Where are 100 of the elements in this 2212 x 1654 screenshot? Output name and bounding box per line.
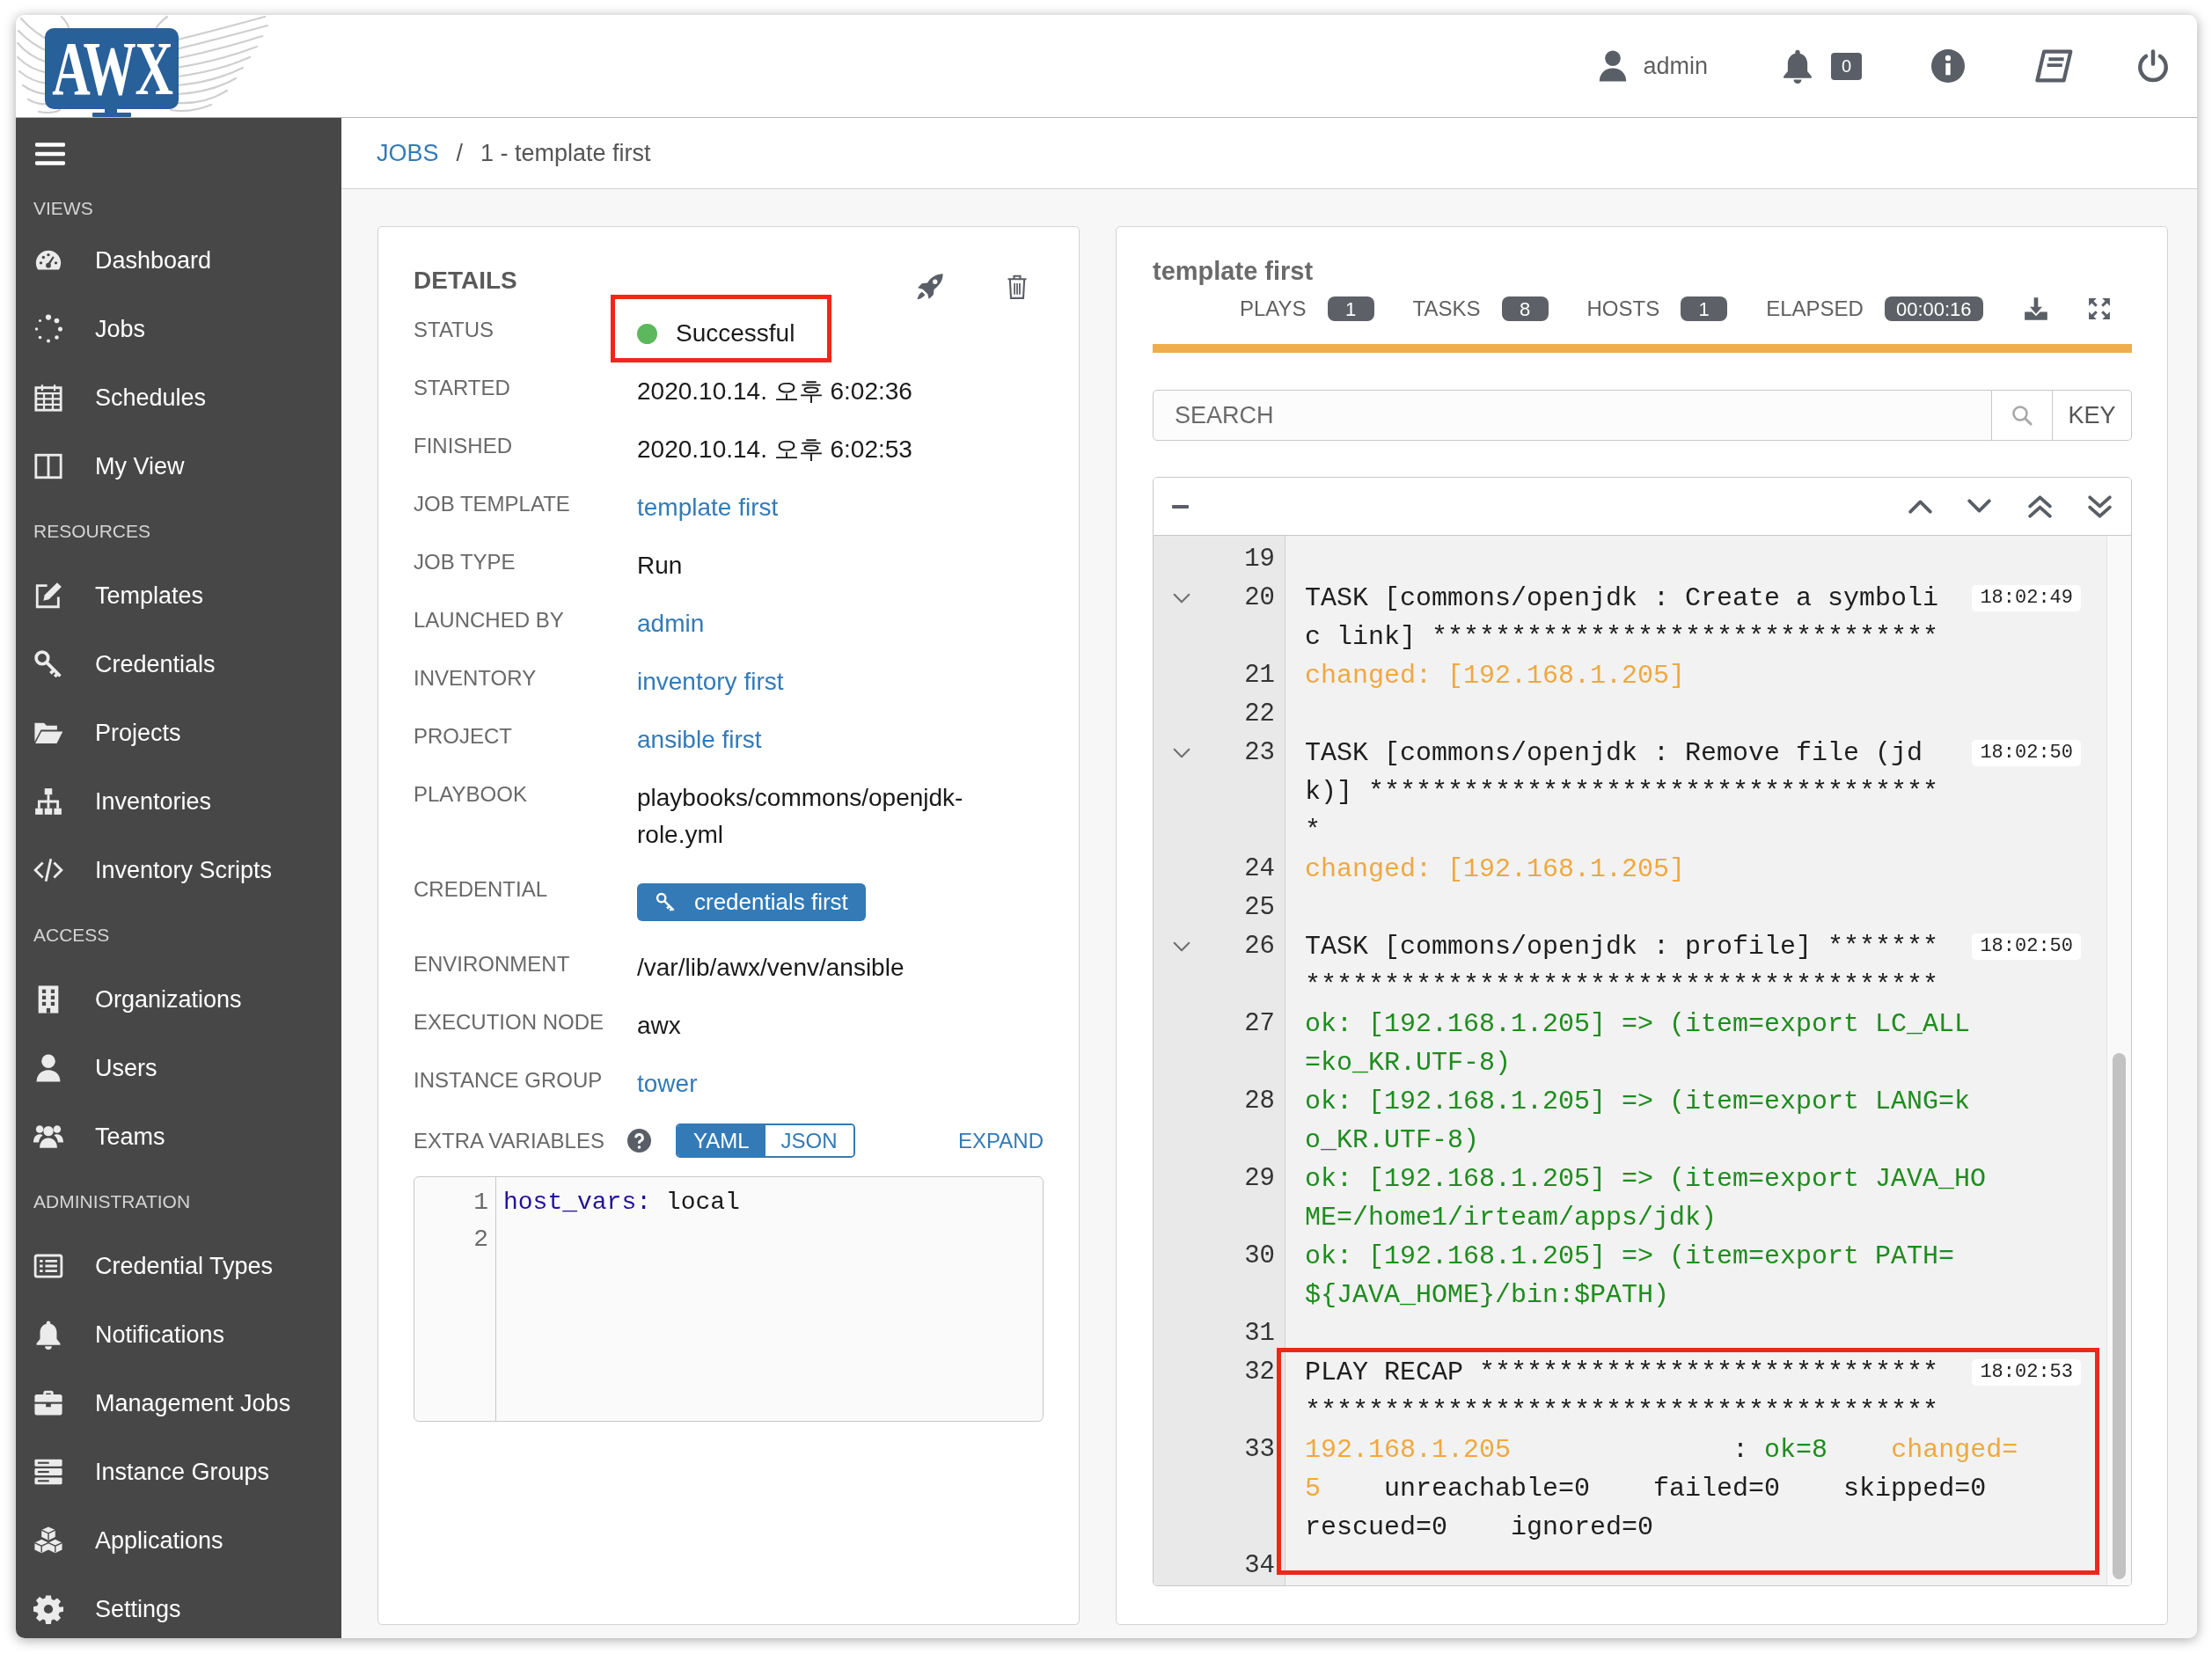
cubes-icon: [33, 1526, 63, 1555]
pencil-square-icon: [33, 581, 63, 611]
bell-icon[interactable]: [1781, 48, 1814, 84]
field-link[interactable]: ansible first: [637, 721, 762, 758]
line-number: 22: [1244, 699, 1275, 730]
chevron-down-icon[interactable]: [1173, 593, 1190, 604]
credential-chip[interactable]: credentials first: [637, 883, 866, 921]
double-chevron-down-icon[interactable]: [2088, 494, 2112, 518]
field-label: JOB TYPE: [414, 550, 516, 574]
stat-label: ELAPSED: [1766, 296, 1864, 322]
timestamp: 18:02:50: [1972, 740, 2081, 766]
sidebar-item[interactable]: Schedules: [16, 370, 341, 426]
sidebar-item[interactable]: Projects: [16, 705, 341, 761]
field-link[interactable]: tower: [637, 1065, 698, 1102]
sidebar-item[interactable]: Inventories: [16, 773, 341, 830]
help-icon[interactable]: [627, 1129, 651, 1153]
sidebar-item[interactable]: Settings: [16, 1581, 341, 1637]
timestamp: 18:02:53: [1972, 1359, 2081, 1386]
section-heading: VIEWS: [33, 196, 93, 220]
sidebar-item[interactable]: Inventory Scripts: [16, 842, 341, 898]
rocket-icon[interactable]: [916, 273, 944, 301]
line-number: 1: [473, 1188, 488, 1218]
line-number: 21: [1244, 660, 1275, 692]
chevron-up-icon[interactable]: [1908, 499, 1932, 514]
chevron-down-icon[interactable]: [1173, 941, 1190, 952]
chevron-down-icon[interactable]: [1967, 499, 1991, 514]
code-editor[interactable]: 1 2 host_vars: local: [414, 1176, 1044, 1422]
trash-icon[interactable]: [1007, 274, 1028, 299]
power-icon[interactable]: [2136, 49, 2170, 83]
section-heading: ACCESS: [33, 923, 110, 947]
expand-arrows-icon[interactable]: [2087, 297, 2111, 320]
breadcrumb-current: 1 - template first: [480, 138, 651, 168]
line-number: 19: [1244, 544, 1275, 575]
section-heading: RESOURCES: [33, 519, 151, 543]
sidebar-item[interactable]: Management Jobs: [16, 1375, 341, 1431]
user-icon: [1599, 49, 1628, 83]
line-number: 30: [1244, 1240, 1275, 1272]
key-button[interactable]: KEY: [2053, 390, 2132, 441]
field-value: 2020.10.14. 오후 6:02:53: [637, 435, 912, 465]
scrollbar-thumb[interactable]: [2113, 1053, 2126, 1579]
output-title: template first: [1153, 256, 1314, 288]
sidebar-item[interactable]: Users: [16, 1040, 341, 1096]
minus-icon[interactable]: [1172, 504, 1189, 509]
field-value: playbooks/commons/openjdk-role.yml: [637, 783, 964, 850]
field-link[interactable]: inventory first: [637, 663, 784, 700]
count-badge: 00:00:16: [1884, 296, 1983, 321]
double-chevron-up-icon[interactable]: [2028, 494, 2052, 518]
status-text: Successful: [676, 318, 795, 348]
field-link[interactable]: admin: [637, 605, 705, 642]
field-label: PLAYBOOK: [414, 782, 527, 806]
sidebar-item[interactable]: Instance Groups: [16, 1444, 341, 1500]
breadcrumb-link[interactable]: JOBS: [377, 135, 439, 172]
line-number: 26: [1244, 931, 1275, 962]
sidebar-item[interactable]: Teams: [16, 1109, 341, 1165]
log-text: TASK [commons/openjdk : Remove file (jd k)] ************************************ *: [1305, 737, 1939, 847]
line-number: 27: [1244, 1008, 1275, 1040]
line-number: 28: [1244, 1086, 1275, 1117]
expand-link[interactable]: EXPAND: [958, 1124, 1044, 1157]
menu-icon[interactable]: [35, 143, 65, 165]
dots-circle-icon: [33, 314, 63, 344]
chevron-down-icon[interactable]: [1173, 748, 1190, 758]
sidebar-item[interactable]: My View: [16, 438, 341, 494]
key-icon: [33, 649, 63, 679]
field-label: EXTRA VARIABLES: [414, 1127, 604, 1154]
sidebar-item[interactable]: Organizations: [16, 971, 341, 1028]
sidebar-item[interactable]: Templates: [16, 567, 341, 624]
section-heading: ADMINISTRATION: [33, 1189, 191, 1213]
field-label: INVENTORY: [414, 666, 537, 690]
count-badge: 1: [1681, 296, 1728, 321]
sidebar-item[interactable]: Dashboard: [16, 232, 341, 289]
sidebar-item[interactable]: Jobs: [16, 301, 341, 357]
line-number: 24: [1244, 853, 1275, 885]
field-label: ENVIRONMENT: [414, 952, 570, 976]
field-label: CREDENTIAL: [414, 877, 548, 901]
logo: AWX: [45, 28, 179, 109]
notification-badge: 0: [1831, 52, 1862, 80]
sidebar-item[interactable]: Credentials: [16, 636, 341, 692]
field-label: EXECUTION NODE: [414, 1010, 604, 1034]
sidebar-item[interactable]: Applications: [16, 1512, 341, 1569]
search-field[interactable]: SEARCH: [1153, 390, 1992, 441]
log-text: ok: [192.168.1.205] => (item=export JAVA_HO ME=/home1/irteam/apps/jdk): [1305, 1163, 1987, 1234]
line-number: 25: [1244, 892, 1275, 924]
server-icon: [33, 1457, 63, 1487]
line-number: 31: [1244, 1318, 1275, 1350]
book-icon[interactable]: [2033, 49, 2073, 83]
info-icon[interactable]: [1931, 49, 1965, 83]
field-label: LAUNCHED BY: [414, 608, 564, 632]
field-link[interactable]: template first: [637, 489, 779, 526]
log-text: changed: [192.168.1.205]: [1305, 853, 1686, 886]
stat-label: HOSTS: [1586, 296, 1660, 322]
field-label: INSTANCE GROUP: [414, 1068, 603, 1092]
download-icon[interactable]: [2023, 296, 2048, 321]
log-text: PLAY RECAP ***************************** ****************************************: [1305, 1357, 1939, 1428]
sidebar-item[interactable]: Credential Types: [16, 1238, 341, 1294]
toggle-button[interactable]: YAML: [678, 1125, 765, 1156]
line-number: 23: [1244, 737, 1275, 769]
sidebar-item[interactable]: Notifications: [16, 1306, 341, 1363]
field-value: 2020.10.14. 오후 6:02:36: [637, 377, 912, 406]
user-link[interactable]: admin: [1599, 48, 1708, 84]
breadcrumb-separator: /: [456, 138, 464, 168]
